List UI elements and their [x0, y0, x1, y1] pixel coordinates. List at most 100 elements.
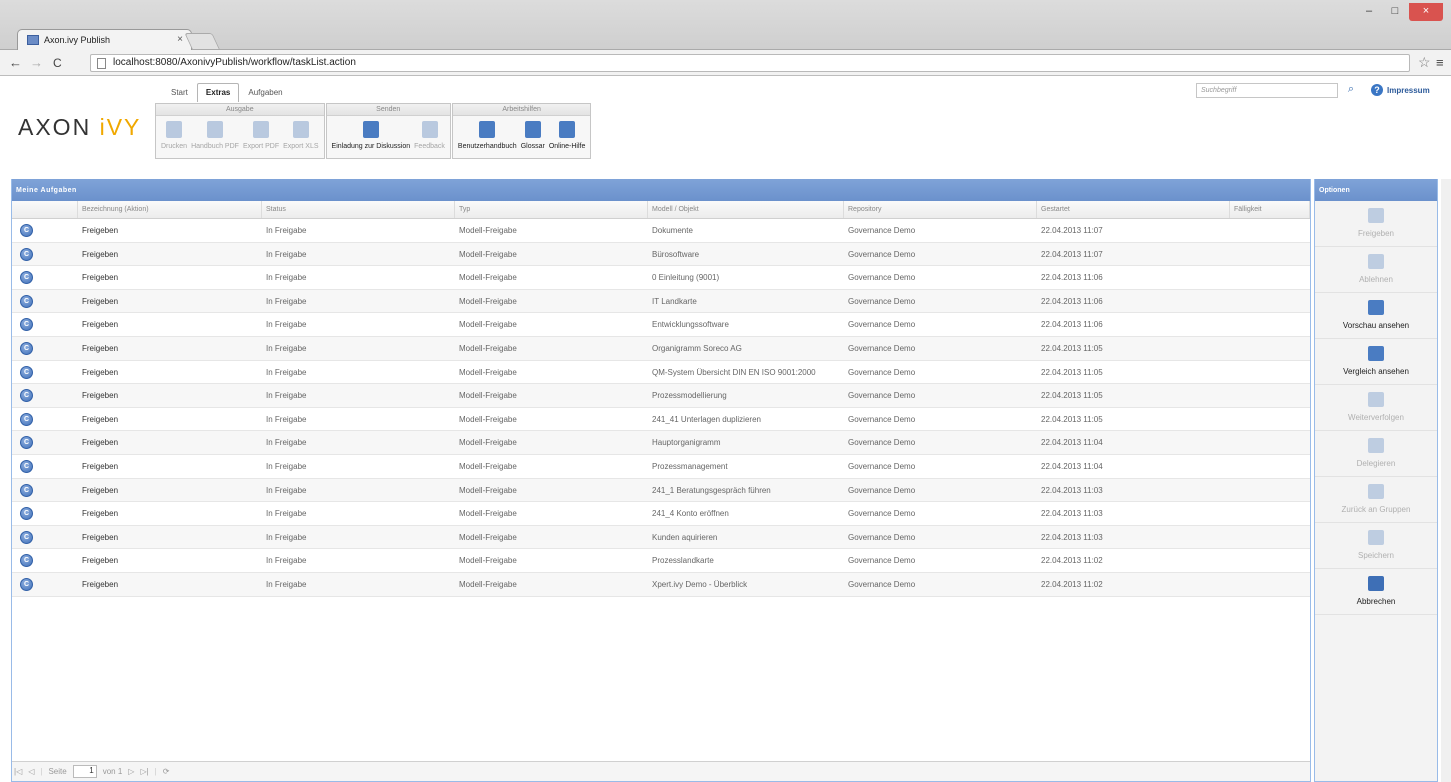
first-page-icon[interactable]: |◁ — [14, 767, 22, 776]
column-header-object[interactable]: Modell / Objekt — [648, 201, 844, 218]
browser-tab[interactable]: Axon.ivy Publish × — [17, 29, 192, 50]
option-weiterverfolgen[interactable]: Weiterverfolgen — [1315, 385, 1437, 431]
invite-discussion-button[interactable]: Einladung zur Diskussion — [330, 121, 413, 159]
manual-pdf-button[interactable]: Handbuch PDF — [189, 121, 241, 159]
task-icon[interactable]: C — [20, 365, 33, 379]
task-action[interactable]: Freigeben — [78, 502, 262, 525]
export-pdf-button[interactable]: Export PDF — [241, 121, 281, 159]
task-action[interactable]: Freigeben — [78, 573, 262, 596]
online-help-button[interactable]: Online-Hilfe — [547, 121, 588, 159]
table-row[interactable]: C Freigeben In Freigabe Modell-Freigabe Haup… — [12, 431, 1310, 455]
task-icon[interactable]: C — [20, 507, 33, 521]
task-icon[interactable]: C — [20, 483, 33, 497]
task-action[interactable]: Freigeben — [78, 313, 262, 336]
task-action[interactable]: Freigeben — [78, 361, 262, 384]
next-page-icon[interactable]: ▷ — [128, 767, 134, 776]
task-action[interactable]: Freigeben — [78, 455, 262, 478]
task-action[interactable]: Freigeben — [78, 243, 262, 266]
task-action[interactable]: Freigeben — [78, 408, 262, 431]
task-due — [1230, 479, 1310, 502]
table-row[interactable]: C Freigeben In Freigabe Modell-Freigabe Proz… — [12, 384, 1310, 408]
reload-icon[interactable]: C — [53, 56, 62, 70]
table-row[interactable]: C Freigeben In Freigabe Modell-Freigabe Proz… — [12, 455, 1310, 479]
option-vorschau-ansehen[interactable]: Vorschau ansehen — [1315, 293, 1437, 339]
column-header-repository[interactable]: Repository — [844, 201, 1037, 218]
task-icon[interactable]: C — [20, 577, 33, 591]
browser-menu-icon[interactable]: ≡ — [1436, 55, 1444, 70]
search-input[interactable]: Suchbegriff — [1196, 83, 1338, 98]
minimize-button[interactable]: – — [1357, 3, 1381, 21]
vertical-scrollbar[interactable] — [1441, 179, 1451, 782]
back-arrow-icon[interactable]: ← — [9, 55, 22, 70]
search-icon[interactable]: ⌕ — [1343, 83, 1359, 98]
option-vergleich-ansehen[interactable]: Vergleich ansehen — [1315, 339, 1437, 385]
tab-aufgaben[interactable]: Aufgaben — [239, 83, 291, 102]
bookmark-star-icon[interactable]: ☆ — [1418, 54, 1431, 71]
close-window-button[interactable]: × — [1409, 3, 1443, 21]
task-action[interactable]: Freigeben — [78, 549, 262, 572]
task-action[interactable]: Freigeben — [78, 479, 262, 502]
task-icon[interactable]: C — [20, 318, 33, 332]
export-xls-button[interactable]: Export XLS — [281, 121, 320, 159]
table-row[interactable]: C Freigeben In Freigabe Modell-Freigabe IT L… — [12, 289, 1310, 314]
table-row[interactable]: C Freigeben In Freigabe Modell-Freigabe 241_… — [12, 502, 1310, 526]
task-icon[interactable]: C — [20, 341, 33, 355]
help-icon[interactable]: ? — [1371, 84, 1383, 96]
feedback-button[interactable]: Feedback — [412, 121, 447, 159]
column-header-icon[interactable] — [12, 201, 78, 218]
print-button[interactable]: Drucken — [159, 121, 189, 159]
page-number-input[interactable]: 1 — [72, 765, 97, 778]
task-icon[interactable]: C — [20, 247, 33, 261]
task-action[interactable]: Freigeben — [78, 290, 262, 313]
user-manual-button[interactable]: Benutzerhandbuch — [456, 121, 519, 159]
last-page-icon[interactable]: ▷| — [140, 767, 148, 776]
task-icon[interactable]: C — [20, 436, 33, 450]
address-bar[interactable]: localhost:8080/AxonivyPublish/workflow/t… — [90, 54, 1410, 72]
prev-page-icon[interactable]: ◁ — [28, 767, 34, 776]
option-zur-ck-an-gruppen[interactable]: Zurück an Gruppen — [1315, 477, 1437, 523]
task-icon[interactable]: C — [20, 530, 33, 544]
task-action[interactable]: Freigeben — [78, 337, 262, 360]
task-action[interactable]: Freigeben — [78, 219, 262, 242]
column-header-status[interactable]: Status — [262, 201, 455, 218]
option-delegieren[interactable]: Delegieren — [1315, 431, 1437, 477]
task-icon[interactable]: C — [20, 224, 33, 237]
task-action[interactable]: Freigeben — [78, 384, 262, 407]
impressum-link[interactable]: Impressum — [1387, 86, 1430, 95]
refresh-icon[interactable]: ⟳ — [163, 767, 170, 776]
column-header-action[interactable]: Bezeichnung (Aktion) — [78, 201, 262, 218]
task-icon[interactable]: C — [20, 554, 33, 568]
column-header-type[interactable]: Typ — [455, 201, 648, 218]
table-row[interactable]: C Freigeben In Freigabe Modell-Freigabe Proz… — [12, 549, 1310, 573]
table-row[interactable]: C Freigeben In Freigabe Modell-Freigabe 241_… — [12, 408, 1310, 432]
tab-close-icon[interactable]: × — [177, 34, 183, 45]
tab-extras[interactable]: Extras — [196, 83, 240, 102]
forward-arrow-icon[interactable]: → — [30, 55, 43, 70]
option-freigeben[interactable]: Freigeben — [1315, 201, 1437, 247]
task-action[interactable]: Freigeben — [78, 431, 262, 454]
option-speichern[interactable]: Speichern — [1315, 523, 1437, 569]
table-row[interactable]: C Freigeben In Freigabe Modell-Freigabe 241_… — [12, 478, 1310, 503]
table-row[interactable]: C Freigeben In Freigabe Modell-Freigabe Xper… — [12, 572, 1310, 597]
option-abbrechen[interactable]: Abbrechen — [1315, 569, 1437, 615]
column-header-due[interactable]: Fälligkeit — [1230, 201, 1310, 218]
table-row[interactable]: C Freigeben In Freigabe Modell-Freigabe 0 Ei… — [12, 266, 1310, 290]
tab-start[interactable]: Start — [162, 83, 197, 102]
table-row[interactable]: C Freigeben In Freigabe Modell-Freigabe Büro… — [12, 242, 1310, 267]
task-icon[interactable]: C — [20, 294, 33, 308]
task-action[interactable]: Freigeben — [78, 266, 262, 289]
task-action[interactable]: Freigeben — [78, 526, 262, 549]
table-row[interactable]: C Freigeben In Freigabe Modell-Freigabe Entw… — [12, 313, 1310, 337]
table-row[interactable]: C Freigeben In Freigabe Modell-Freigabe Kund… — [12, 525, 1310, 550]
column-header-started[interactable]: Gestartet — [1037, 201, 1230, 218]
table-row[interactable]: C Freigeben In Freigabe Modell-Freigabe Orga… — [12, 336, 1310, 361]
maximize-button[interactable]: □ — [1383, 3, 1407, 21]
task-icon[interactable]: C — [20, 459, 33, 473]
task-icon[interactable]: C — [20, 389, 33, 403]
task-icon[interactable]: C — [20, 412, 33, 426]
table-row[interactable]: C Freigeben In Freigabe Modell-Freigabe QM-S… — [12, 361, 1310, 385]
task-icon[interactable]: C — [20, 271, 33, 285]
glossary-button[interactable]: Glossar — [519, 121, 547, 159]
option-ablehnen[interactable]: Ablehnen — [1315, 247, 1437, 293]
table-row[interactable]: C Freigeben In Freigabe Modell-Freigabe Doku… — [12, 219, 1310, 243]
